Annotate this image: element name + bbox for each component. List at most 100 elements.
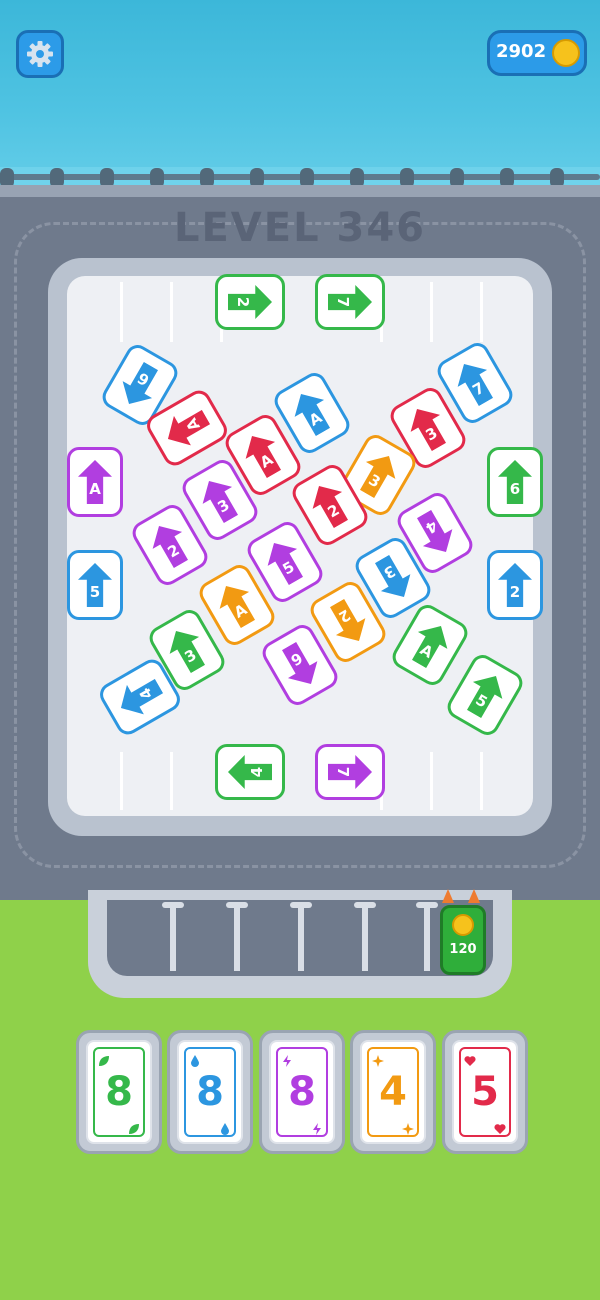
star-icon	[402, 1120, 414, 1135]
arrow-icon: 2	[144, 517, 195, 572]
card-slot[interactable]: 8	[76, 1030, 162, 1154]
car-label: 2	[509, 583, 521, 601]
coin-counter: 2902	[487, 30, 587, 76]
car-label: 4	[248, 766, 266, 778]
car-label: 5	[472, 690, 491, 712]
car-label: 7	[334, 296, 352, 308]
arrow-icon: 3	[194, 472, 245, 527]
card-value: 5	[471, 1069, 499, 1115]
car-label: 6	[509, 480, 521, 498]
bonus-car-button[interactable]: 120	[440, 905, 486, 975]
car-label: 3	[214, 495, 233, 517]
bolt-icon	[311, 1120, 323, 1135]
card-value: 8	[288, 1069, 316, 1115]
stall-line	[170, 752, 173, 810]
car-green[interactable]: 6	[487, 447, 543, 517]
car-label: 5	[279, 557, 298, 579]
coin-icon	[552, 39, 580, 67]
settings-button[interactable]	[16, 30, 64, 78]
stall-line	[120, 282, 123, 342]
dock-post	[354, 902, 376, 971]
car-label: 3	[365, 470, 384, 492]
card-slot[interactable]: 5	[442, 1030, 528, 1154]
card-slot[interactable]: 8	[167, 1030, 253, 1154]
car-label: A	[256, 450, 277, 472]
car-label: 3	[181, 645, 200, 667]
card-value: 8	[196, 1069, 224, 1115]
drop-icon	[219, 1120, 231, 1135]
bonus-cost: 120	[449, 942, 477, 957]
arrow-icon: 3	[367, 550, 418, 605]
card-slot[interactable]: 8	[259, 1030, 345, 1154]
coin-icon	[452, 914, 474, 936]
level-title: LEVEL 346	[173, 205, 426, 251]
number-card: 8	[269, 1040, 335, 1144]
road-edge	[0, 185, 600, 197]
arrow-icon: 2	[322, 594, 373, 649]
number-card: 8	[86, 1040, 152, 1144]
car-label: 4	[422, 516, 441, 538]
card-value: 4	[379, 1069, 407, 1115]
car-green[interactable]: 7	[315, 274, 385, 330]
car-green[interactable]: 2	[215, 274, 285, 330]
bolt-icon	[281, 1052, 293, 1067]
arrow-icon: 6	[114, 357, 165, 412]
car-label: 5	[89, 583, 101, 601]
arrow-icon: A	[404, 617, 455, 672]
car-blue[interactable]: 5	[67, 550, 123, 620]
arrow-icon: 6	[274, 637, 325, 692]
car-label: A	[182, 414, 204, 435]
arrow-icon: 3	[352, 447, 403, 502]
leaf-icon	[98, 1052, 110, 1066]
car-purple[interactable]: 7	[315, 744, 385, 800]
card-face: 4	[367, 1047, 419, 1137]
car-label: 7	[334, 766, 352, 778]
arrow-icon: 4	[409, 505, 460, 560]
card-slot[interactable]: 4	[350, 1030, 436, 1154]
arrow-icon: 5	[459, 667, 510, 722]
car-label: 3	[380, 561, 399, 583]
arrow-icon: 7	[449, 355, 500, 410]
stall-line	[430, 282, 433, 342]
card-face: 8	[184, 1047, 236, 1137]
arrow-icon: 2	[304, 477, 355, 532]
stall-line	[170, 282, 173, 342]
arrow-icon: 7	[328, 285, 372, 319]
arrow-icon: A	[211, 577, 262, 632]
car-label: A	[305, 408, 326, 430]
arrow-icon: A	[159, 402, 214, 453]
car-label: 2	[335, 605, 354, 627]
car-green[interactable]: 4	[215, 744, 285, 800]
car-label: 6	[134, 368, 153, 390]
gear-icon	[27, 41, 53, 67]
car-label: 4	[135, 684, 157, 703]
number-card: 5	[452, 1040, 518, 1144]
car-blue[interactable]: 2	[487, 550, 543, 620]
car-label: 2	[164, 540, 183, 562]
stall-line	[120, 752, 123, 810]
star-icon	[372, 1052, 384, 1067]
traffic-cone-icon	[468, 889, 480, 903]
arrow-icon: 7	[328, 755, 372, 789]
card-value: 8	[105, 1069, 133, 1115]
dock-post	[290, 902, 312, 971]
car-label: 6	[287, 648, 306, 670]
stall-line	[480, 752, 483, 810]
water-background	[0, 0, 600, 185]
leaf-icon	[128, 1120, 140, 1134]
car-label: 3	[422, 423, 441, 445]
car-label: 7	[469, 378, 488, 400]
dock-post	[226, 902, 248, 971]
car-label: A	[89, 480, 101, 498]
arrow-icon: A	[286, 385, 337, 440]
card-face: 8	[93, 1047, 145, 1137]
car-label: 2	[324, 500, 343, 522]
car-purple[interactable]: A	[67, 447, 123, 517]
stall-line	[480, 282, 483, 342]
arrow-icon: 3	[161, 622, 212, 677]
arrow-icon: A	[237, 427, 288, 482]
arrow-icon: 4	[228, 755, 272, 789]
arrow-icon: 2	[228, 285, 272, 319]
arrow-icon: 5	[78, 563, 112, 607]
arrow-icon: A	[78, 460, 112, 504]
